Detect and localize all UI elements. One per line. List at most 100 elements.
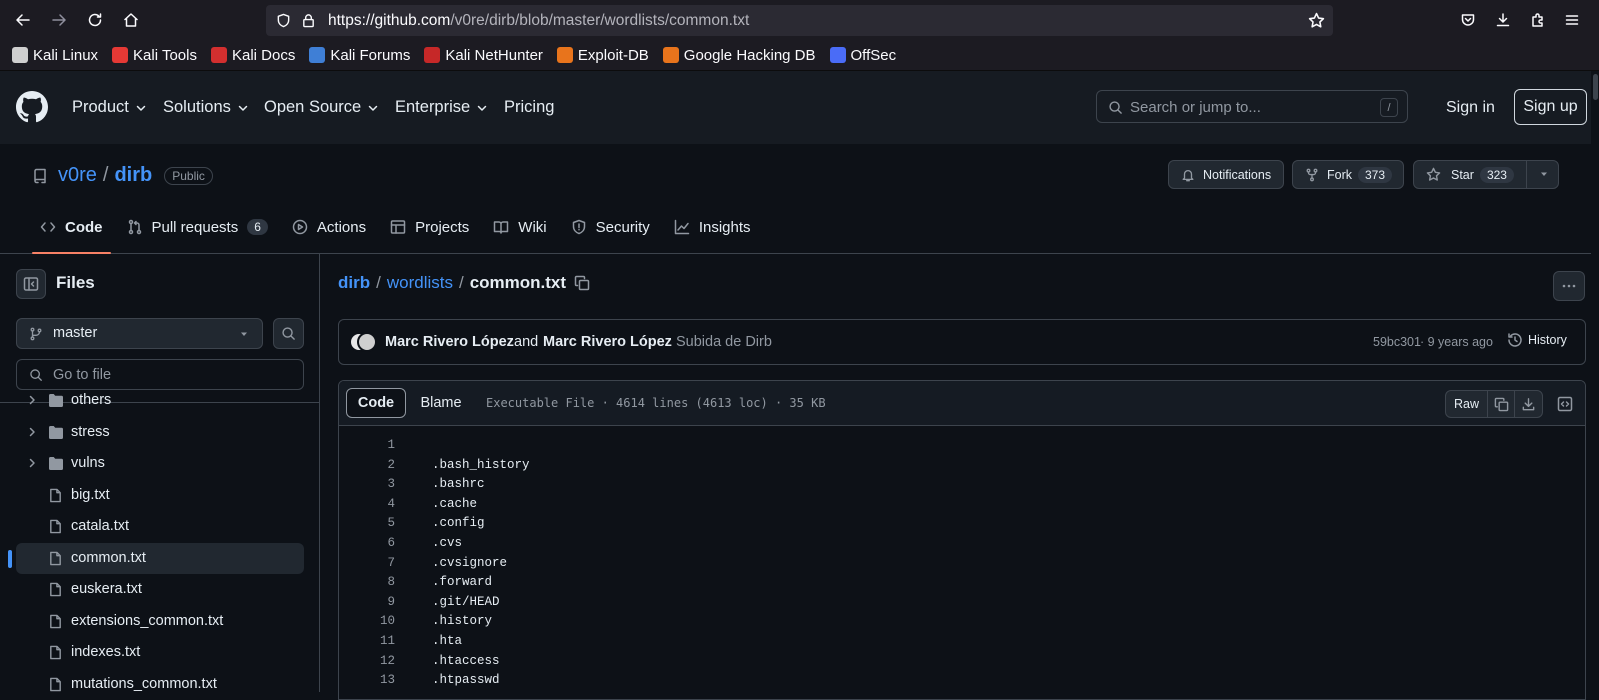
star-dropdown-icon[interactable]	[1538, 168, 1550, 180]
github-logo-icon[interactable]	[16, 91, 48, 123]
commit-coauthor-link[interactable]: Marc Rivero López	[543, 334, 672, 350]
breadcrumb-repo-link[interactable]: dirb	[338, 273, 370, 293]
line-number[interactable]: 5	[339, 516, 395, 530]
tab-wiki[interactable]: Wiki	[485, 208, 554, 246]
bookmark-item[interactable]: Kali Forums	[309, 47, 410, 64]
tree-file-item[interactable]: indexes.txt	[16, 637, 304, 668]
commit-and-text: and	[514, 334, 539, 350]
branch-selector[interactable]: master	[16, 318, 263, 349]
forward-arrow-icon[interactable]	[46, 7, 72, 33]
lock-icon[interactable]	[301, 13, 316, 28]
tracking-shield-icon[interactable]	[276, 13, 291, 28]
star-button[interactable]: Star 323	[1413, 160, 1559, 189]
line-number[interactable]: 4	[339, 497, 395, 511]
nav-enterprise[interactable]: Enterprise	[395, 98, 488, 117]
file-icon	[48, 551, 63, 566]
line-number[interactable]: 12	[339, 654, 395, 668]
commit-sha-link[interactable]: 59bc301	[1373, 335, 1421, 349]
tab-code[interactable]: Code	[32, 208, 111, 254]
chevron-right-icon[interactable]	[26, 426, 38, 438]
chevron-right-icon[interactable]	[26, 457, 38, 469]
tree-file-item[interactable]: mutations_common.txt	[16, 669, 304, 692]
line-number[interactable]: 3	[339, 477, 395, 491]
nav-pricing[interactable]: Pricing	[504, 98, 554, 117]
tree-file-item[interactable]: catala.txt	[16, 511, 304, 542]
line-number[interactable]: 9	[339, 595, 395, 609]
bookmark-item[interactable]: Kali Docs	[210, 47, 295, 64]
nav-solutions-label: Solutions	[163, 98, 231, 116]
notifications-button[interactable]: Notifications	[1168, 160, 1284, 189]
home-icon[interactable]	[118, 7, 144, 33]
raw-button[interactable]: Raw	[1445, 390, 1488, 418]
scrollbar-thumb[interactable]	[1593, 74, 1598, 100]
bookmark-star-icon[interactable]	[1308, 12, 1325, 29]
kali-forums-icon	[309, 47, 326, 63]
bookmark-item[interactable]: Kali NetHunter	[424, 47, 543, 64]
reload-icon[interactable]	[82, 7, 108, 33]
copy-raw-button[interactable]	[1487, 390, 1515, 418]
line-number[interactable]: 11	[339, 634, 395, 648]
bookmark-item[interactable]: Kali Linux	[12, 47, 98, 64]
fork-button[interactable]: Fork 373	[1292, 160, 1404, 189]
tree-folder-item[interactable]: stress	[16, 417, 304, 448]
code-view-button[interactable]: Code	[346, 388, 406, 418]
bookmark-item[interactable]: Kali Tools	[112, 47, 197, 64]
commit-author-link[interactable]: Marc Rivero López	[385, 334, 514, 350]
tab-pull-requests[interactable]: Pull requests 6	[119, 208, 276, 246]
tree-file-item[interactable]: extensions_common.txt	[16, 606, 304, 637]
history-link[interactable]: History	[1507, 332, 1567, 348]
tree-folder-item[interactable]: vulns	[16, 448, 304, 479]
blame-view-button[interactable]: Blame	[409, 388, 473, 418]
tab-actions[interactable]: Actions	[284, 208, 374, 246]
copy-path-icon[interactable]	[574, 275, 590, 291]
tree-file-item[interactable]: common.txt	[8, 543, 304, 574]
bookmark-item[interactable]: Exploit-DB	[556, 47, 649, 64]
avatar[interactable]	[357, 332, 377, 352]
bookmark-item[interactable]: OffSec	[829, 47, 896, 64]
kali-tools-icon	[112, 47, 129, 63]
tree-file-item[interactable]: euskera.txt	[16, 574, 304, 605]
tree-folder-item[interactable]: others	[16, 385, 304, 416]
nav-solutions[interactable]: Solutions	[163, 98, 249, 117]
extensions-icon[interactable]	[1525, 7, 1551, 33]
page-scrollbar[interactable]	[1591, 71, 1599, 692]
search-files-button[interactable]	[273, 318, 304, 349]
line-number[interactable]: 1	[339, 438, 395, 452]
line-number[interactable]: 8	[339, 575, 395, 589]
collapse-sidebar-button[interactable]	[16, 269, 46, 299]
address-bar[interactable]: https://github.com/v0re/dirb/blob/master…	[266, 5, 1333, 36]
sign-in-link[interactable]: Sign in	[1446, 99, 1495, 117]
bookmark-item[interactable]: Google Hacking DB	[662, 47, 816, 64]
commit-message-link[interactable]: Subida de Dirb	[676, 334, 772, 350]
code-line: 6 .cvs	[339, 533, 1585, 553]
download-raw-button[interactable]	[1514, 390, 1543, 418]
tab-projects[interactable]: Projects	[382, 208, 477, 246]
line-number[interactable]: 6	[339, 536, 395, 550]
pocket-icon[interactable]	[1455, 7, 1481, 33]
sign-up-button[interactable]: Sign up	[1514, 89, 1587, 125]
line-number[interactable]: 7	[339, 556, 395, 570]
line-number[interactable]: 13	[339, 673, 395, 687]
shield-icon	[572, 219, 585, 235]
tree-file-item[interactable]: big.txt	[16, 480, 304, 511]
tab-insights[interactable]: Insights	[666, 208, 759, 246]
nav-open-source[interactable]: Open Source	[264, 98, 379, 117]
line-number[interactable]: 2	[339, 458, 395, 472]
symbols-panel-button[interactable]	[1552, 390, 1578, 418]
line-number[interactable]: 10	[339, 614, 395, 628]
bookmarks-toolbar: Kali Linux Kali Tools Kali Docs Kali Forums…	[0, 40, 1599, 71]
code-icon	[40, 222, 56, 232]
repo-owner-link[interactable]: v0re	[58, 164, 97, 187]
downloads-icon[interactable]	[1490, 7, 1516, 33]
breadcrumb-folder-link[interactable]: wordlists	[387, 273, 453, 293]
file-viewer-header: Code Blame Executable File · 4614 lines …	[339, 381, 1585, 426]
more-options-button[interactable]	[1553, 271, 1585, 301]
nav-product[interactable]: Product	[72, 98, 147, 117]
hamburger-menu-icon[interactable]	[1559, 7, 1585, 33]
repo-name-link[interactable]: dirb	[114, 164, 152, 187]
back-arrow-icon[interactable]	[10, 7, 36, 33]
chevron-right-icon[interactable]	[26, 394, 38, 406]
global-search-input[interactable]: Search or jump to... /	[1096, 90, 1408, 123]
tab-security[interactable]: Security	[563, 208, 658, 246]
chevron-down-icon	[477, 105, 487, 111]
